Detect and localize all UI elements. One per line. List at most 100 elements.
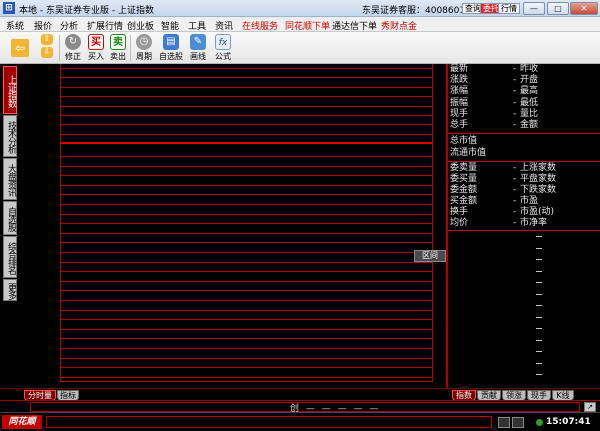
panel-separator <box>448 161 600 162</box>
minimize-icon[interactable]: — <box>523 2 545 15</box>
chart-gridline <box>60 271 433 273</box>
chart-gridline <box>60 232 433 234</box>
quote-row: 振幅 - 最低 <box>448 98 600 109</box>
arrow-up-icon: ⇧ <box>41 34 53 45</box>
status-message-box <box>46 416 492 428</box>
maximize-icon[interactable]: □ <box>547 2 569 15</box>
quote-label: 最高 <box>520 86 539 97</box>
quote-label: 振幅 <box>450 97 469 108</box>
draw-line-label: 画线 <box>190 52 206 61</box>
tab-ranking[interactable]: 综合排名 <box>3 236 17 278</box>
buy-button[interactable]: 买 买入 <box>86 33 106 63</box>
tab-sh-index[interactable]: 上证指数 <box>3 66 17 114</box>
chart-gridline <box>60 367 433 369</box>
menu-ths-order[interactable]: 同花顺下单 <box>285 19 330 32</box>
chart-gridline <box>60 96 433 98</box>
quote-value: - <box>513 218 517 228</box>
toolbar-separator <box>130 35 131 61</box>
menu-xiucai[interactable]: 秀财点金 <box>381 19 417 32</box>
quote-row: 均价 - 市净率 <box>448 218 600 229</box>
quote-value: - <box>513 174 517 184</box>
quote-label: 上涨家数 <box>520 163 557 173</box>
watchlist-button[interactable]: ▤ 自选股 <box>157 33 185 63</box>
buy-icon: 买 <box>88 34 104 50</box>
quote-row: 委买量 - 平盘家数 <box>448 174 600 185</box>
quote-label: 平盘家数 <box>520 174 557 184</box>
period-label: 周期 <box>136 52 152 61</box>
tick-mark <box>536 362 542 364</box>
chart-gridline <box>60 348 433 349</box>
menu-bar: 系统 报价 分析 扩展行情 创业板 智能 工具 资讯 在线服务 同花顺下单 通达… <box>0 17 600 32</box>
chart-gridline <box>60 115 433 116</box>
window-title: 本地 - 东吴证券专业版 - 上证指数 <box>19 6 154 16</box>
sell-button[interactable]: 卖 卖出 <box>108 33 128 63</box>
chart-gridline <box>60 165 433 167</box>
tick-mark <box>536 247 542 249</box>
draw-line-button[interactable]: ✎ 画线 <box>186 33 210 63</box>
title-bar: ⊞ 本地 - 东吴证券专业版 - 上证指数 东吴证券客服：4008601555 … <box>0 0 600 17</box>
chart-gridline <box>60 252 433 253</box>
menu-system[interactable]: 系统 <box>6 19 24 32</box>
menu-analysis[interactable]: 分析 <box>60 19 78 32</box>
expand-icon[interactable]: ↗ <box>584 402 596 412</box>
period-button[interactable]: ◷ 周期 <box>132 33 156 63</box>
quote-label: 市盈(动) <box>520 207 555 217</box>
tick-mark <box>536 316 542 318</box>
tick-mark <box>536 339 542 341</box>
quote-row: 流通市值 <box>448 148 600 159</box>
quote-row: 最新 - 昨收 <box>448 64 600 75</box>
chart-gridline <box>60 204 433 205</box>
quote-value: - <box>513 86 517 97</box>
quote-label: 最低 <box>520 97 539 108</box>
tab-watchlist[interactable]: 自选股 <box>3 201 17 235</box>
quote-value: - <box>513 75 517 86</box>
clock-icon: ◷ <box>136 34 152 50</box>
sell-icon: 卖 <box>110 34 126 50</box>
quote-label: 均价 <box>450 218 469 228</box>
menu-online-service[interactable]: 在线服务 <box>242 19 278 32</box>
tick-mark <box>536 293 542 295</box>
revise-icon: ↻ <box>65 34 81 50</box>
revise-button[interactable]: ↻ 修正 <box>62 33 84 63</box>
chart-gridline <box>60 223 433 225</box>
close-icon[interactable]: ✕ <box>570 2 598 15</box>
quote-value: - <box>513 185 517 195</box>
chart-area[interactable] <box>18 64 446 387</box>
pencil-icon: ✎ <box>190 34 206 50</box>
chart-gridline <box>60 261 433 263</box>
quote-button[interactable]: 行情 <box>498 3 520 14</box>
quote-row: 委卖量 - 上涨家数 <box>448 163 600 174</box>
menu-news[interactable]: 资讯 <box>215 19 233 32</box>
menu-smart[interactable]: 智能 <box>161 19 179 32</box>
updown-button[interactable]: ⇧ ⇩ <box>38 33 56 63</box>
quote-value: - <box>513 108 517 119</box>
menu-quotes[interactable]: 报价 <box>34 19 52 32</box>
menu-tdx-order[interactable]: 通达信下单 <box>332 19 377 32</box>
menu-extended-quotes[interactable]: 扩展行情 <box>87 19 123 32</box>
tab-technical-analysis[interactable]: 技术分析 <box>3 115 17 157</box>
status-icon-1[interactable] <box>498 417 510 428</box>
ticker-bar: 创 — — — — — ↗ <box>0 400 600 414</box>
buy-label: 买入 <box>88 52 104 61</box>
menu-gem-board[interactable]: 创业板 <box>127 19 154 32</box>
quote-value: - <box>513 196 517 206</box>
tick-mark <box>536 328 542 329</box>
menu-tools[interactable]: 工具 <box>188 19 206 32</box>
panel-separator <box>448 133 600 134</box>
quote-label: 总手 <box>450 120 469 130</box>
clock: 15:07:41 <box>546 417 591 427</box>
watchlist-label: 自选股 <box>159 52 183 61</box>
chart-gridline <box>60 213 433 215</box>
back-button[interactable]: ⇦ <box>8 33 32 63</box>
tab-market-news[interactable]: 大盘资讯 <box>3 158 17 200</box>
formula-button[interactable]: fx 公式 <box>212 33 234 63</box>
formula-icon: fx <box>215 34 231 50</box>
status-icon-2[interactable] <box>512 417 524 428</box>
tick-mark <box>536 374 542 375</box>
quote-label: 最新 <box>450 64 469 74</box>
range-button[interactable]: 区间 <box>414 250 446 262</box>
side-tab-bar: 上证指数 技术分析 大盘资讯 自选股 综合排名 更多 <box>0 64 18 387</box>
chart-gridline <box>60 290 433 292</box>
quote-label: 市净率 <box>520 218 548 228</box>
tab-more[interactable]: 更多 <box>3 279 17 301</box>
